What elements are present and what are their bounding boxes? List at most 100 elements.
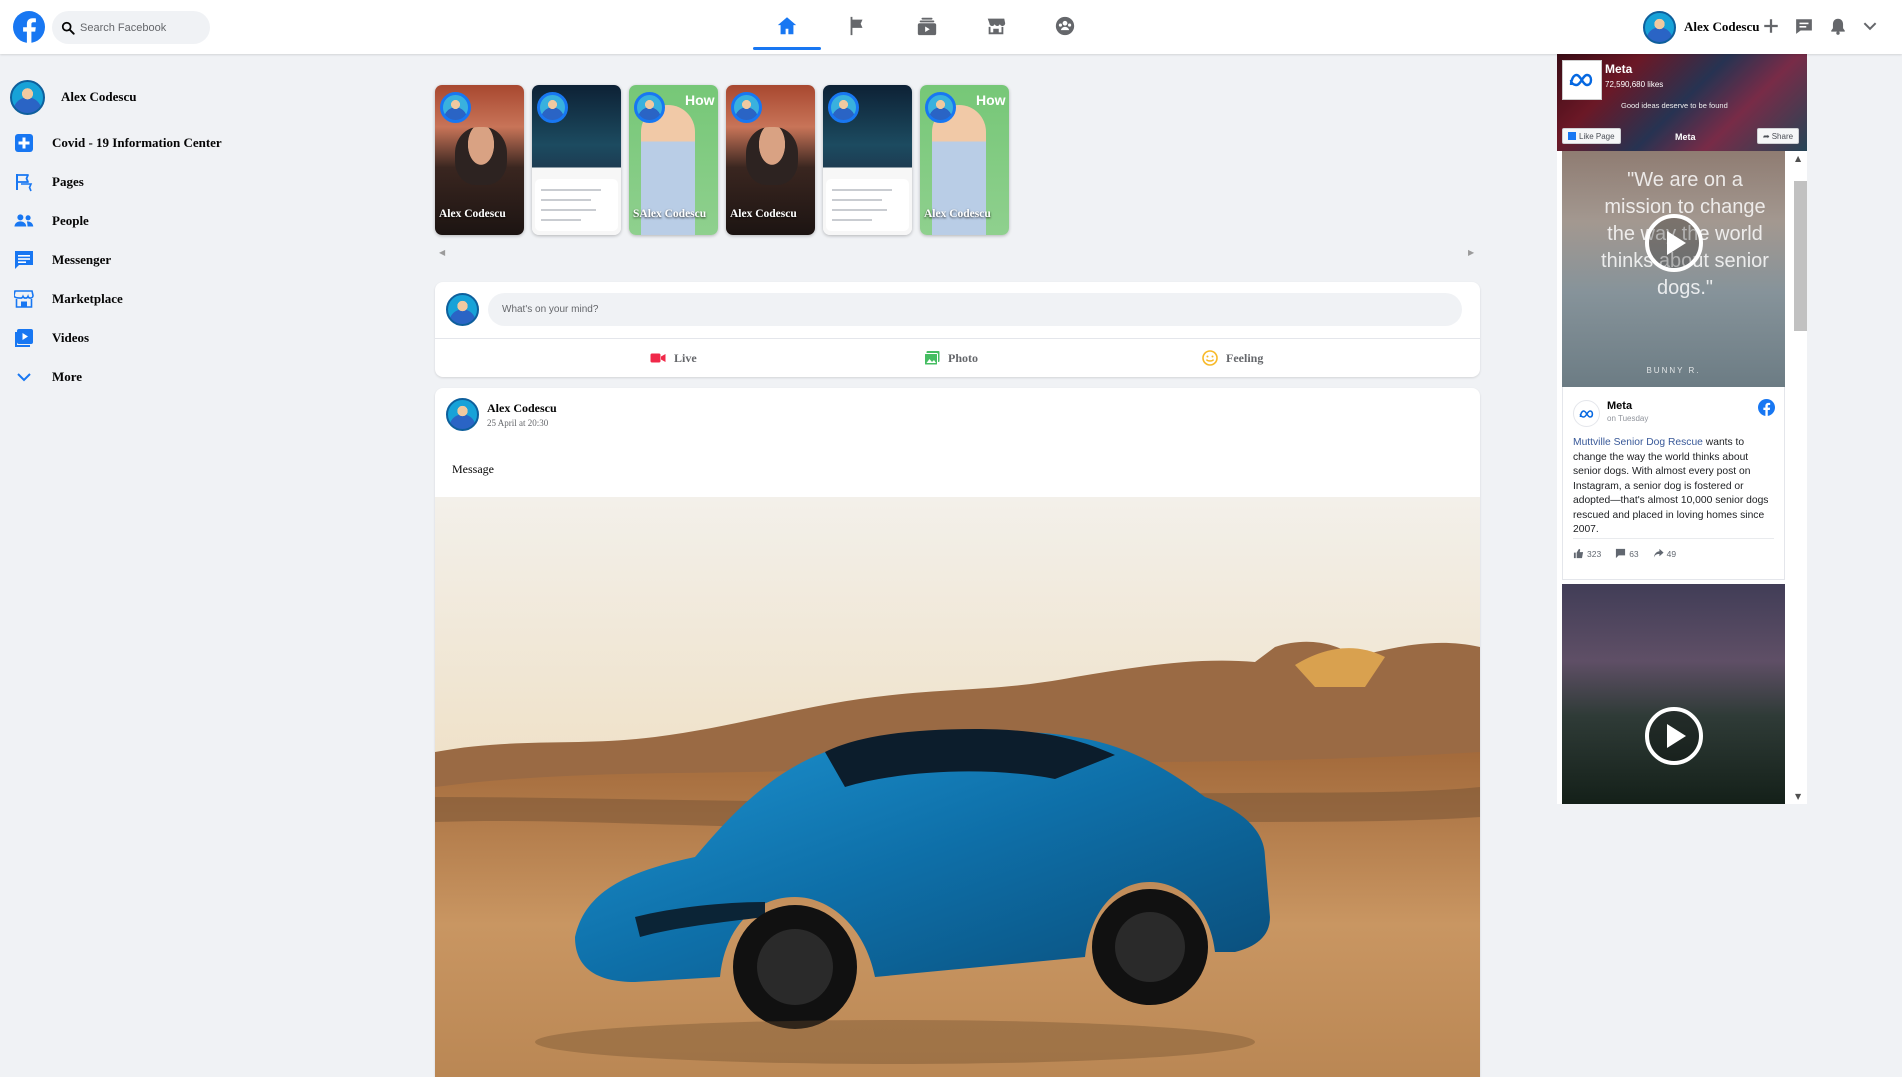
- sidebar-item-people[interactable]: People: [10, 201, 260, 240]
- sidebar-item-videos[interactable]: Videos: [10, 318, 260, 357]
- sidebar-user-name: Alex Codescu: [61, 89, 137, 104]
- story-avatar: [828, 92, 859, 123]
- live-label: Live: [674, 350, 697, 365]
- home-icon: [777, 17, 797, 35]
- card-author[interactable]: Meta: [1607, 400, 1632, 412]
- stories-scroll-right-icon[interactable]: ▶: [1468, 248, 1474, 257]
- facebook-f-icon: [1568, 132, 1576, 140]
- like-page-button[interactable]: Like Page: [1562, 128, 1621, 144]
- sidebar-item-label: Pages: [52, 173, 84, 189]
- page-logo[interactable]: [1562, 60, 1602, 100]
- covid-info-icon: [15, 133, 33, 152]
- profile-chip[interactable]: Alex Codescu: [1643, 10, 1759, 44]
- notifications-icon: [1831, 18, 1845, 35]
- sidebar-item-label: More: [52, 368, 83, 384]
- marketplace-icon: [987, 18, 1006, 35]
- video-thumbnail[interactable]: [1562, 584, 1785, 804]
- page-name[interactable]: Meta: [1605, 62, 1632, 76]
- video-thumbnail[interactable]: "We are on a mission to change the way t…: [1562, 151, 1785, 387]
- avatar[interactable]: [446, 398, 479, 431]
- story-card[interactable]: Alex Codescu: [435, 85, 524, 235]
- sidebar-item-marketplace[interactable]: Marketplace: [10, 279, 260, 318]
- post-composer: What's on your mind? Live Photo Feeling: [435, 282, 1480, 377]
- share-icon: ➦: [1763, 131, 1770, 141]
- share-label: Share: [1771, 131, 1794, 141]
- post-photo[interactable]: [435, 497, 1480, 1077]
- page-plugin-scrollbar[interactable]: ▲ ▼: [1789, 151, 1807, 804]
- left-sidebar: Alex Codescu Covid - 19 Information Cent…: [10, 79, 260, 396]
- whats-on-your-mind-input[interactable]: What's on your mind?: [488, 293, 1462, 326]
- videos-icon: [15, 328, 33, 347]
- feed-post: Alex Codescu 25 April at 20:30 Message: [435, 388, 1480, 1077]
- story-card[interactable]: Alex Codescu: [726, 85, 815, 235]
- tab-groups[interactable]: [1031, 6, 1099, 46]
- scroll-down-icon[interactable]: ▼: [1795, 792, 1801, 801]
- story-card[interactable]: How To Yo SAlex Codescu: [629, 85, 718, 235]
- divider: [435, 338, 1480, 339]
- post-timestamp[interactable]: 25 April at 20:30: [487, 418, 548, 428]
- meta-avatar[interactable]: [1573, 400, 1600, 427]
- sidebar-item-profile[interactable]: Alex Codescu: [10, 79, 260, 115]
- photo-icon: [924, 351, 940, 366]
- sidebar-item-more[interactable]: More: [10, 357, 260, 396]
- story-card[interactable]: [532, 85, 621, 235]
- story-name: Alex Codescu: [439, 208, 506, 220]
- scrollbar-thumb[interactable]: [1794, 181, 1807, 331]
- facebook-logo-icon[interactable]: [1758, 399, 1775, 416]
- account-menu-button[interactable]: [1859, 15, 1881, 37]
- likes-count[interactable]: 323: [1573, 548, 1601, 559]
- story-avatar: [634, 92, 665, 123]
- marketplace-icon: [14, 289, 34, 308]
- avatar: [1643, 10, 1676, 44]
- facebook-logo-icon[interactable]: [13, 11, 45, 43]
- meta-logo-icon: [1569, 73, 1593, 87]
- search-box[interactable]: [52, 11, 210, 44]
- chevron-down-icon: [17, 372, 31, 381]
- messenger-icon: [15, 250, 33, 269]
- groups-icon: [1055, 16, 1075, 36]
- tab-home[interactable]: [753, 6, 821, 50]
- story-name: SAlex Codescu: [633, 208, 707, 220]
- search-input[interactable]: [80, 21, 200, 34]
- messenger-icon: [1796, 19, 1812, 34]
- people-icon: [14, 213, 34, 226]
- feeling-button[interactable]: Feeling: [1202, 345, 1263, 371]
- messenger-button[interactable]: [1793, 15, 1815, 37]
- play-icon[interactable]: [1645, 707, 1703, 765]
- story-preview-panel: [535, 179, 618, 231]
- shares-count[interactable]: 49: [1653, 548, 1676, 559]
- card-link[interactable]: Muttville Senior Dog Rescue: [1573, 437, 1703, 448]
- cover-brand-text: Meta: [1675, 132, 1696, 142]
- notifications-button[interactable]: [1827, 15, 1849, 37]
- stories-scroll-left-icon[interactable]: ◀: [439, 248, 445, 257]
- watch-icon: [917, 17, 937, 36]
- comments-count[interactable]: 63: [1615, 548, 1639, 559]
- feeling-label: Feeling: [1226, 350, 1264, 365]
- photo-button[interactable]: Photo: [924, 345, 978, 371]
- story-avatar: [925, 92, 956, 123]
- tab-pages[interactable]: [823, 6, 891, 46]
- create-button[interactable]: [1760, 15, 1782, 37]
- page-post-card: Meta on Tuesday Muttville Senior Dog Res…: [1562, 387, 1785, 580]
- story-preview-panel: [826, 179, 909, 231]
- card-stats: 323 63 49: [1573, 538, 1774, 568]
- sidebar-item-messenger[interactable]: Messenger: [10, 240, 260, 279]
- story-card[interactable]: [823, 85, 912, 235]
- tab-marketplace[interactable]: [962, 6, 1030, 46]
- scroll-up-icon[interactable]: ▲: [1795, 154, 1801, 163]
- share-button[interactable]: ➦ Share: [1757, 128, 1800, 144]
- play-icon[interactable]: [1645, 214, 1703, 272]
- sidebar-item-pages[interactable]: Pages: [10, 162, 260, 201]
- story-overlay-text: How To Yo: [685, 92, 718, 108]
- sidebar-item-label: Videos: [52, 329, 90, 345]
- sidebar-item-label: Messenger: [52, 251, 112, 267]
- story-overlay-text: How To Yo: [976, 92, 1009, 108]
- story-card[interactable]: How To Yo Alex Codescu: [920, 85, 1009, 235]
- story-avatar: [731, 92, 762, 123]
- post-author[interactable]: Alex Codescu: [487, 401, 557, 416]
- live-video-button[interactable]: Live: [650, 345, 697, 371]
- tab-watch[interactable]: [893, 6, 961, 46]
- sidebar-item-covid[interactable]: Covid - 19 Information Center: [10, 123, 260, 162]
- story-avatar: [440, 92, 471, 123]
- card-timestamp[interactable]: on Tuesday: [1607, 414, 1648, 423]
